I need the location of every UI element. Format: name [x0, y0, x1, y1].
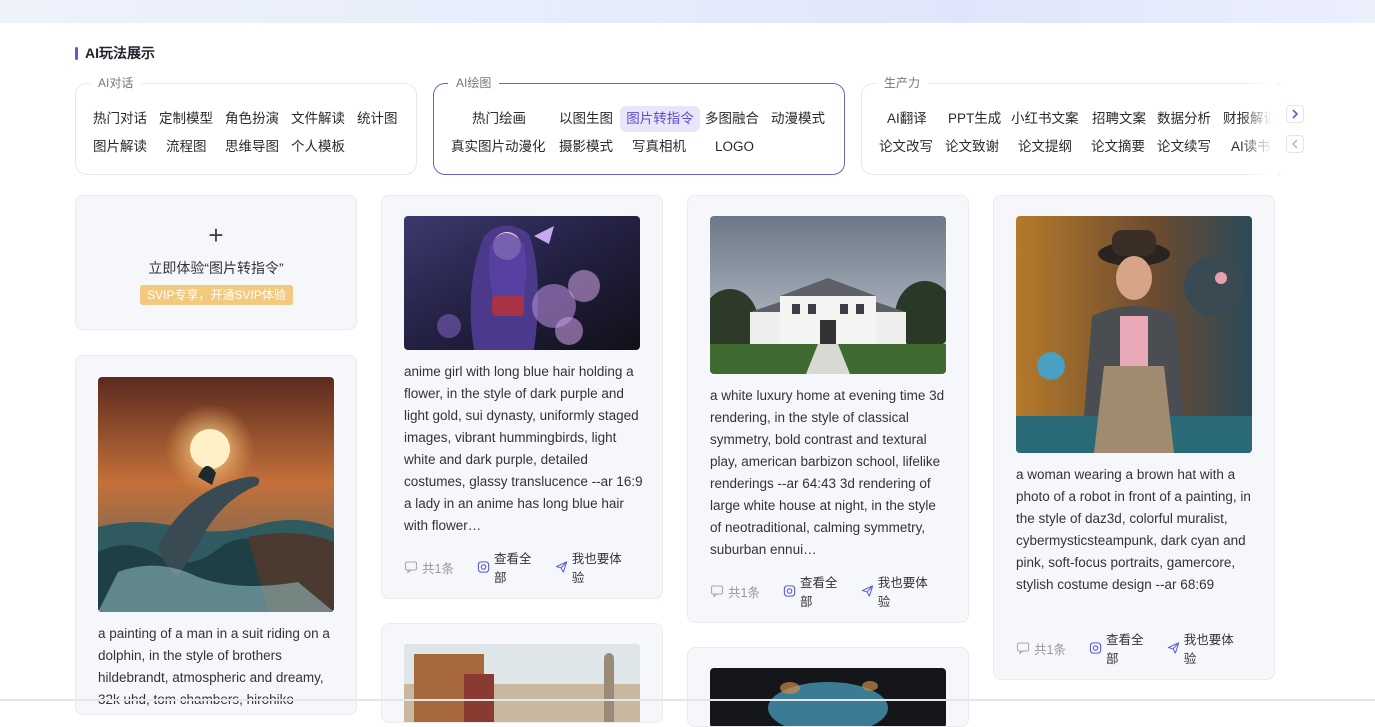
- chip-ai-translate[interactable]: AI翻译: [887, 106, 927, 132]
- comment-count[interactable]: 共1条: [404, 558, 477, 577]
- group-title: 生产力: [876, 75, 929, 91]
- section-title: AI玩法展示: [75, 44, 155, 62]
- next-button[interactable]: [1286, 105, 1304, 123]
- send-icon: [861, 585, 873, 597]
- chip-ppt-generate[interactable]: PPT生成: [948, 106, 1001, 132]
- card-footer: 共1条 查看全部 我也要体验: [1016, 633, 1256, 666]
- title-accent-bar: [75, 46, 78, 60]
- plus-icon: +: [208, 220, 224, 250]
- chip-paper-rewrite[interactable]: 论文改写: [879, 134, 933, 160]
- chip-photo-to-anime[interactable]: 真实图片动漫化: [451, 134, 546, 160]
- chip-image-reading[interactable]: 图片解读: [93, 134, 147, 160]
- category-group-productivity: 生产力 AI翻译 PPT生成 小红书文案 招聘文案 数据分析 财报解读 论文改写…: [861, 75, 1281, 175]
- example-image-dolphin[interactable]: [98, 377, 334, 612]
- top-gradient-banner: [0, 0, 1375, 23]
- chip-logo[interactable]: LOGO: [715, 134, 754, 160]
- card-footer: 共1条 查看全部 我也要体验: [710, 576, 950, 609]
- example-image-dark[interactable]: [710, 668, 946, 726]
- prev-button[interactable]: [1286, 135, 1304, 153]
- chevron-left-icon: [1291, 139, 1298, 149]
- view-all-link[interactable]: 查看全部: [477, 548, 541, 586]
- try-it-link[interactable]: 我也要体验: [1167, 629, 1242, 667]
- chip-image-to-prompt[interactable]: 图片转指令: [620, 106, 700, 132]
- example-card-dark[interactable]: [687, 647, 969, 727]
- chip-recruit-copy[interactable]: 招聘文案: [1092, 106, 1146, 132]
- chip-image-to-image[interactable]: 以图生图: [559, 106, 613, 132]
- chip-paper-outline[interactable]: 论文提纲: [1018, 134, 1072, 160]
- comment-count[interactable]: 共1条: [1016, 639, 1089, 658]
- example-card-anime[interactable]: anime girl with long blue hair holding a…: [381, 195, 663, 599]
- chip-photography-mode[interactable]: 摄影模式: [559, 134, 613, 160]
- comment-icon: [1016, 642, 1030, 655]
- chip-xiaohongshu-copy[interactable]: 小红书文案: [1011, 106, 1079, 132]
- svip-badge[interactable]: SVIP专享，开通SVIP体验: [140, 285, 293, 305]
- chevron-right-icon: [1292, 109, 1299, 119]
- view-all-link[interactable]: 查看全部: [1089, 629, 1153, 667]
- chip-mindmap[interactable]: 思维导图: [225, 134, 279, 160]
- group-title: AI绘图: [448, 75, 500, 91]
- chips-fade-overlay: [1240, 83, 1278, 175]
- chip-hot-chat[interactable]: 热门对话: [93, 106, 147, 132]
- chip-anime-mode[interactable]: 动漫模式: [771, 106, 825, 132]
- example-description: a white luxury home at evening time 3d r…: [710, 388, 945, 557]
- try-it-link[interactable]: 我也要体验: [555, 548, 630, 586]
- chip-personal-template[interactable]: 个人模板: [291, 134, 345, 160]
- example-card-house[interactable]: a white luxury home at evening time 3d r…: [687, 195, 969, 623]
- example-image-woman[interactable]: [1016, 216, 1252, 453]
- category-group-ai-drawing: AI绘图 热门绘画 以图生图 图片转指令 多图融合 动漫模式 真实图片动漫化 摄…: [433, 75, 845, 175]
- example-description: a woman wearing a brown hat with a photo…: [1016, 467, 1251, 592]
- example-image-city[interactable]: [404, 644, 640, 722]
- chip-paper-thanks[interactable]: 论文致谢: [945, 134, 999, 160]
- send-icon: [1167, 642, 1179, 654]
- view-all-icon: [783, 585, 796, 597]
- comment-count[interactable]: 共1条: [710, 582, 783, 601]
- try-now-text: 立即体验“图片转指令”: [148, 260, 284, 276]
- chip-paper-continue[interactable]: 论文续写: [1157, 134, 1211, 160]
- chip-data-analysis[interactable]: 数据分析: [1157, 106, 1211, 132]
- example-image-anime[interactable]: [404, 216, 640, 350]
- example-description: a painting of a man in a suit riding on …: [98, 626, 330, 707]
- chip-custom-model[interactable]: 定制模型: [159, 106, 213, 132]
- group-title: AI对话: [90, 75, 142, 91]
- chip-flowchart[interactable]: 流程图: [166, 134, 207, 160]
- example-card-dolphin[interactable]: a painting of a man in a suit riding on …: [75, 355, 357, 715]
- view-all-icon: [1089, 642, 1102, 654]
- chip-stat-chart[interactable]: 统计图: [357, 106, 398, 132]
- chip-hot-drawing[interactable]: 热门绘画: [472, 106, 526, 132]
- try-now-card[interactable]: + 立即体验“图片转指令” SVIP专享，开通SVIP体验: [75, 195, 357, 330]
- chip-paper-abstract[interactable]: 论文摘要: [1091, 134, 1145, 160]
- try-it-link[interactable]: 我也要体验: [861, 572, 936, 610]
- comment-icon: [404, 561, 418, 574]
- chip-file-reading[interactable]: 文件解读: [291, 106, 345, 132]
- chip-role-play[interactable]: 角色扮演: [225, 106, 279, 132]
- example-card-woman[interactable]: a woman wearing a brown hat with a photo…: [993, 195, 1275, 680]
- chip-multi-image-fusion[interactable]: 多图融合: [705, 106, 759, 132]
- card-footer: 共1条 查看全部 我也要体验: [404, 552, 644, 585]
- chip-portrait-camera[interactable]: 写真相机: [632, 134, 686, 160]
- example-description: anime girl with long blue hair holding a…: [404, 364, 643, 533]
- example-card-city[interactable]: [381, 623, 663, 723]
- example-image-house[interactable]: [710, 216, 946, 374]
- comment-icon: [710, 585, 724, 598]
- send-icon: [555, 561, 567, 573]
- view-all-icon: [477, 561, 490, 573]
- view-all-link[interactable]: 查看全部: [783, 572, 847, 610]
- category-group-ai-chat: AI对话 热门对话 定制模型 角色扮演 文件解读 统计图 图片解读 流程图 思维…: [75, 75, 417, 175]
